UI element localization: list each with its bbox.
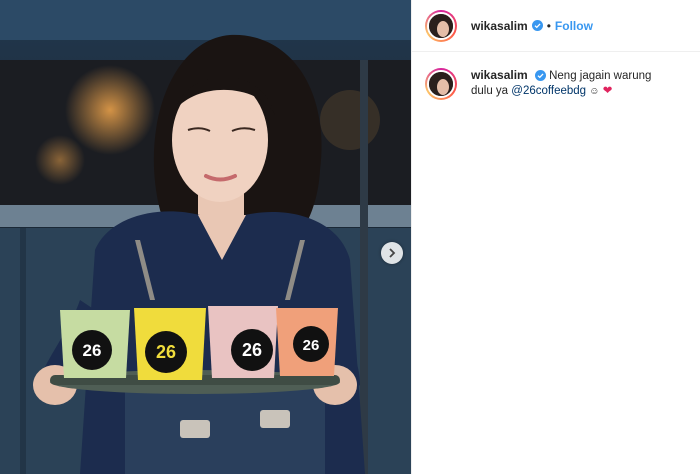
heart-emoji: ❤ (602, 85, 613, 97)
post-header: wikasalim • Follow (412, 0, 700, 52)
avatar-image (429, 13, 453, 38)
next-photo-button[interactable] (381, 242, 403, 264)
cup-logo-1: 26 (83, 341, 102, 360)
smile-emoji: ☺ (589, 86, 600, 97)
username-link[interactable]: wikasalim (471, 19, 528, 33)
avatar[interactable] (425, 9, 457, 42)
cup-logo-2: 26 (156, 342, 176, 362)
caption-username[interactable]: wikasalim (471, 68, 528, 82)
post-side-panel: wikasalim • Follow wikasalim Neng jagain… (411, 0, 700, 474)
photo-image: 26 26 26 26 (0, 0, 411, 474)
follow-button[interactable]: Follow (555, 19, 593, 33)
mention-link[interactable]: @26coffeebdg (511, 85, 586, 97)
verified-badge-icon (531, 20, 543, 31)
caption-comment: wikasalim Neng jagain warung dulu ya @26… (412, 52, 700, 100)
cup-logo-4: 26 (303, 337, 320, 354)
verified-badge-icon (534, 70, 546, 82)
caption-text: wikasalim Neng jagain warung dulu ya @26… (471, 68, 661, 100)
cup-logo-3: 26 (242, 340, 262, 360)
separator-dot: • (546, 18, 551, 33)
chevron-right-icon (389, 248, 396, 258)
caption-avatar-image (429, 72, 453, 96)
post-photo[interactable]: 26 26 26 26 (0, 0, 411, 474)
caption-avatar[interactable] (425, 68, 457, 100)
drink-cups (60, 306, 338, 380)
